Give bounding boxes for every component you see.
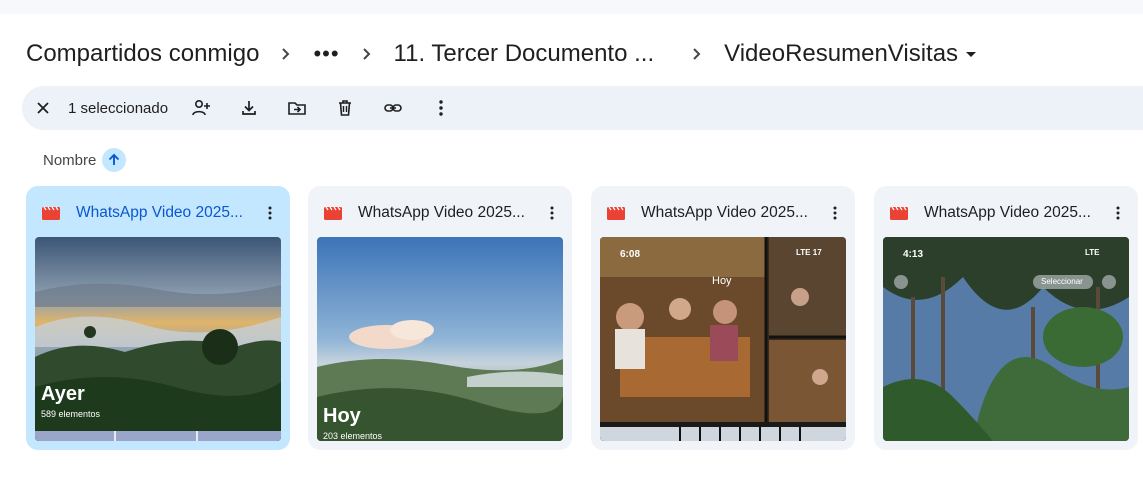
arrow-up-icon xyxy=(109,153,120,165)
trash-icon xyxy=(339,100,352,116)
more-vert-icon xyxy=(268,206,272,220)
file-thumbnail: LTE 17 6:08 Hoy xyxy=(600,237,846,441)
thumbnail-album-count: 589 elementos xyxy=(41,409,101,419)
file-card[interactable]: WhatsApp Video 2025... Hoy 203 elementos xyxy=(308,186,572,450)
caret-down-icon xyxy=(966,51,977,57)
video-file-icon xyxy=(890,206,908,220)
breadcrumb-current-label: VideoResumenVisitas xyxy=(724,40,959,67)
link-icon xyxy=(384,104,402,112)
file-name: WhatsApp Video 2025... xyxy=(641,204,808,221)
thumbnail-album-count: 203 elementos xyxy=(323,431,383,441)
chevron-right-icon xyxy=(358,47,376,61)
close-icon xyxy=(37,102,49,114)
svg-text:LTE: LTE xyxy=(1085,248,1100,257)
file-more-button[interactable] xyxy=(1106,201,1130,225)
thumbnail-select-button: Seleccionar xyxy=(1041,277,1083,286)
thumbnail-status-time: 6:08 xyxy=(620,249,641,260)
sort-label: Nombre xyxy=(43,151,97,169)
file-thumbnail: Ayer 589 elementos xyxy=(35,237,281,441)
share-button[interactable] xyxy=(182,89,220,127)
top-strip xyxy=(0,0,1143,14)
file-card-header: WhatsApp Video 2025... xyxy=(890,202,1130,224)
file-more-button[interactable] xyxy=(823,201,847,225)
copy-link-button[interactable] xyxy=(374,89,412,127)
svg-text:LTE 17: LTE 17 xyxy=(796,248,822,257)
file-card-header: WhatsApp Video 2025... xyxy=(42,202,282,224)
video-file-icon xyxy=(324,206,342,220)
selection-toolbar: 1 seleccionado xyxy=(22,86,1143,130)
video-file-icon xyxy=(607,206,625,220)
file-thumbnail: Hoy 203 elementos xyxy=(317,237,563,441)
more-vert-icon xyxy=(439,100,443,116)
more-vert-icon xyxy=(1116,206,1120,220)
person-add-icon xyxy=(192,99,211,116)
thumbnail-album-title: Ayer xyxy=(41,383,85,405)
more-vert-icon xyxy=(550,206,554,220)
file-card-header: WhatsApp Video 2025... xyxy=(324,202,564,224)
file-card-header: WhatsApp Video 2025... xyxy=(607,202,847,224)
breadcrumb-root[interactable]: Compartidos conmigo xyxy=(26,40,259,68)
file-card[interactable]: WhatsApp Video 2025... Ayer 589 elemento… xyxy=(26,186,290,450)
file-thumbnail: LTE 4:13 Seleccionar xyxy=(883,237,1129,441)
breadcrumb-current[interactable]: VideoResumenVisitas xyxy=(724,40,977,68)
delete-button[interactable] xyxy=(326,89,364,127)
file-name: WhatsApp Video 2025... xyxy=(76,204,243,221)
more-vert-icon xyxy=(833,206,837,220)
video-file-icon xyxy=(42,206,60,220)
file-name: WhatsApp Video 2025... xyxy=(924,204,1091,221)
more-actions-button[interactable] xyxy=(422,89,460,127)
breadcrumb-more[interactable]: ••• xyxy=(313,41,339,67)
file-more-button[interactable] xyxy=(540,201,564,225)
thumbnail-album-title: Hoy xyxy=(323,405,361,427)
download-icon xyxy=(242,101,256,115)
sort-direction-button[interactable] xyxy=(102,148,127,172)
breadcrumb-parent[interactable]: 11. Tercer Documento ... xyxy=(394,40,655,68)
file-card[interactable]: WhatsApp Video 2025... LTE 4:13 Seleccio… xyxy=(874,186,1138,450)
chevron-right-icon xyxy=(688,47,706,61)
chevron-right-icon xyxy=(277,47,295,61)
folder-move-icon xyxy=(288,102,306,115)
file-name: WhatsApp Video 2025... xyxy=(358,204,525,221)
thumbnail-status-time: 4:13 xyxy=(903,249,924,260)
thumbnail-album-title: Hoy xyxy=(712,275,732,287)
file-more-button[interactable] xyxy=(258,201,282,225)
breadcrumb: Compartidos conmigo ••• 11. Tercer Docum… xyxy=(26,36,977,72)
selection-count: 1 seleccionado xyxy=(68,99,169,117)
move-button[interactable] xyxy=(278,89,316,127)
download-button[interactable] xyxy=(230,89,268,127)
file-card[interactable]: WhatsApp Video 2025... LTE 17 6:08 Hoy xyxy=(591,186,855,450)
sort-header[interactable]: Nombre xyxy=(43,147,127,173)
clear-selection-button[interactable] xyxy=(24,89,62,127)
